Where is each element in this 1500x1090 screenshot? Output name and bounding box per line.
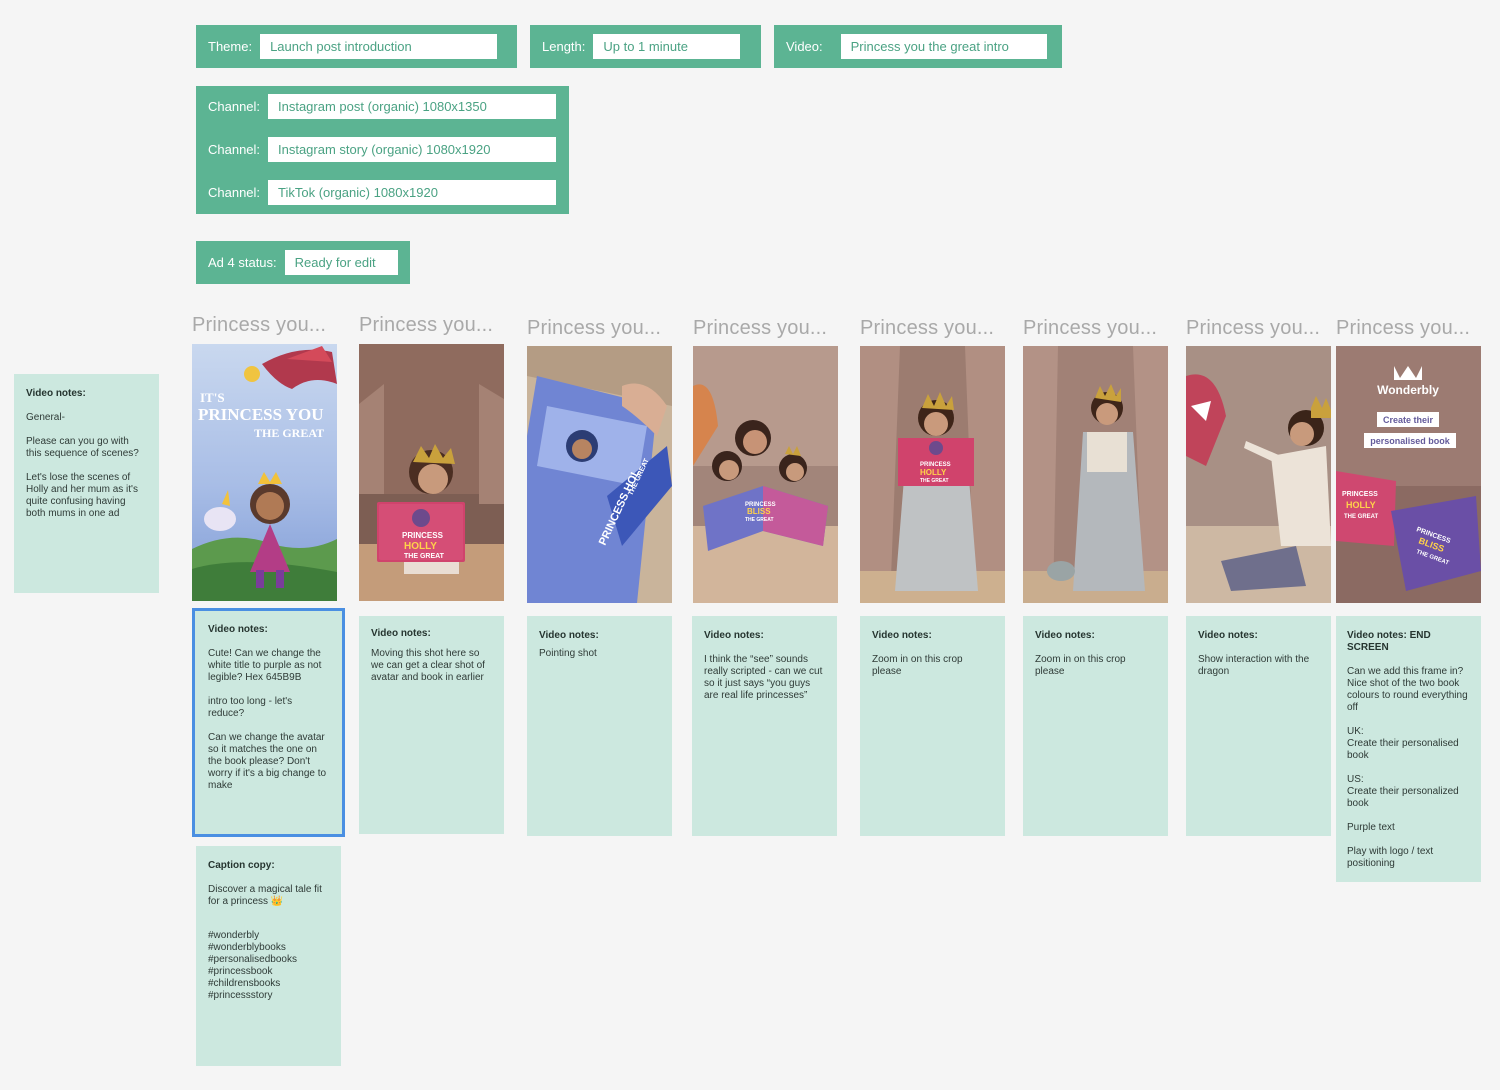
frame-thumbnail-photo[interactable] (1023, 346, 1168, 603)
caption-text: Discover a magical tale fit for a prince… (208, 884, 322, 907)
video-notes-frame-2[interactable]: Video notes: Moving this shot here so we… (359, 616, 504, 834)
note-title: Video notes: (371, 628, 431, 639)
frame-thumbnail-photo[interactable]: PRINCESS HOLLY THE GREAT (860, 346, 1005, 603)
thumb-text: BLISS (747, 507, 771, 516)
thumb-text: HOLLY (404, 541, 437, 552)
theme-label: Theme: (208, 39, 253, 54)
thumb-text: THE GREAT (1344, 514, 1379, 520)
frame-thumbnail-photo[interactable]: PRINCESS HOL THE GREAT (527, 346, 672, 603)
video-value[interactable]: Princess you the great intro (840, 34, 1047, 59)
thumb-text: HOLLY (1346, 500, 1376, 510)
frame-title[interactable]: Princess you... (1336, 317, 1470, 340)
note-text: Cute! Can we change the white title to p… (208, 648, 322, 683)
frame-title[interactable]: Princess you... (527, 317, 661, 340)
frame-title[interactable]: Princess you... (1186, 317, 1320, 340)
video-notes-frame-4[interactable]: Video notes: I think the “see” sounds re… (692, 616, 837, 836)
note-text: I think the “see” sounds really scripted… (704, 654, 823, 701)
note-title: Video notes: (872, 630, 932, 641)
note-title: Video notes: (208, 624, 268, 635)
frame-title[interactable]: Princess you... (860, 317, 994, 340)
frame-thumbnail-photo[interactable] (1186, 346, 1331, 603)
channel-value[interactable]: Instagram story (organic) 1080x1920 (268, 137, 556, 162)
video-notes-frame-6[interactable]: Video notes: Zoom in on this crop please (1023, 616, 1168, 836)
channel-row[interactable]: Channel: TikTok (organic) 1080x1920 (208, 180, 556, 205)
note-text: Zoom in on this crop please (1035, 654, 1126, 677)
note-text: UK: Create their personalised book (1347, 726, 1459, 761)
channel-label: Channel: (208, 99, 261, 114)
frame-title[interactable]: Princess you... (359, 314, 493, 337)
note-text: Moving this shot here so we can get a cl… (371, 648, 485, 683)
video-notes-frame-5[interactable]: Video notes: Zoom in on this crop please (860, 616, 1005, 836)
video-notes-end-screen[interactable]: Video notes: END SCREEN Can we add this … (1336, 616, 1481, 882)
thumb-text: THE GREAT (745, 517, 774, 523)
thumb-text: PRINCESS (402, 531, 444, 540)
thumb-text: THE GREAT (254, 426, 324, 440)
note-title: Video notes: (1198, 630, 1258, 641)
video-label: Video: (786, 39, 823, 54)
video-notes-frame-7[interactable]: Video notes: Show interaction with the d… (1186, 616, 1331, 836)
thumb-text: Wonderbly (1377, 383, 1439, 397)
frame-title[interactable]: Princess you... (192, 314, 326, 337)
length-label: Length: (542, 39, 586, 54)
video-notes-frame-1[interactable]: Video notes: Cute! Can we change the whi… (192, 608, 345, 837)
video-field[interactable]: Video: Princess you the great intro (774, 25, 1062, 68)
frame-thumbnail-illustration[interactable]: IT'S PRINCESS YOU THE GREAT (192, 344, 337, 601)
note-text: Play with logo / text positioning (1347, 846, 1434, 869)
channel-row[interactable]: Channel: Instagram post (organic) 1080x1… (208, 94, 556, 119)
thumb-text: personalised book (1370, 436, 1451, 446)
note-text: Can we change the avatar so it matches t… (208, 732, 327, 791)
note-text: General- (26, 412, 65, 423)
thumb-text: THE GREAT (920, 478, 949, 484)
note-title: Video notes: (1035, 630, 1095, 641)
note-text: Pointing shot (539, 648, 597, 659)
frame-thumbnail-photo[interactable]: PRINCESS BLISS THE GREAT (693, 346, 838, 603)
caption-copy-note[interactable]: Caption copy: Discover a magical tale fi… (196, 846, 341, 1066)
note-text: US: Create their personalized book (1347, 774, 1459, 809)
hashtag-list: #wonderbly #wonderblybooks #personalised… (208, 930, 297, 1001)
video-notes-frame-3[interactable]: Video notes: Pointing shot (527, 616, 672, 836)
status-label: Ad 4 status: (208, 255, 277, 270)
status-field[interactable]: Ad 4 status: Ready for edit (196, 241, 410, 284)
channel-label: Channel: (208, 142, 261, 157)
note-text: intro too long - let's reduce? (208, 696, 293, 719)
note-text: Zoom in on this crop please (872, 654, 963, 677)
channel-value[interactable]: Instagram post (organic) 1080x1350 (268, 94, 556, 119)
note-title: Video notes: END SCREEN (1347, 630, 1431, 653)
frame-title[interactable]: Princess you... (1023, 317, 1157, 340)
thumb-text: THE GREAT (404, 553, 445, 560)
note-title: Video notes: (539, 630, 599, 641)
thumb-text: Create their (1383, 415, 1434, 425)
theme-value[interactable]: Launch post introduction (260, 34, 498, 59)
thumb-text: HOLLY (920, 468, 947, 477)
thumb-text: PRINCESS (1342, 491, 1378, 498)
note-text: Show interaction with the dragon (1198, 654, 1310, 677)
note-text: Can we add this frame in? Nice shot of t… (1347, 666, 1468, 713)
length-field[interactable]: Length: Up to 1 minute (530, 25, 761, 68)
note-title: Caption copy: (208, 860, 275, 871)
frame-thumbnail-end-screen[interactable]: Wonderbly Create their personalised book… (1336, 346, 1481, 603)
note-title: Video notes: (26, 388, 86, 399)
frame-thumbnail-photo[interactable]: PRINCESS HOLLY THE GREAT (359, 344, 504, 601)
channel-label: Channel: (208, 185, 261, 200)
status-value[interactable]: Ready for edit (284, 250, 398, 275)
length-value[interactable]: Up to 1 minute (593, 34, 741, 59)
channel-value[interactable]: TikTok (organic) 1080x1920 (268, 180, 556, 205)
note-text: Purple text (1347, 822, 1395, 833)
general-video-notes[interactable]: Video notes: General- Please can you go … (14, 374, 159, 593)
note-text: Please can you go with this sequence of … (26, 436, 139, 459)
frame-title[interactable]: Princess you... (693, 317, 827, 340)
channel-row[interactable]: Channel: Instagram story (organic) 1080x… (208, 137, 556, 162)
note-title: Video notes: (704, 630, 764, 641)
channels-panel: Channel: Instagram post (organic) 1080x1… (196, 86, 569, 214)
thumb-text: IT'S (200, 390, 225, 405)
note-text: Let's lose the scenes of Holly and her m… (26, 472, 138, 519)
thumb-text: PRINCESS YOU (198, 405, 323, 424)
theme-field[interactable]: Theme: Launch post introduction (196, 25, 517, 68)
